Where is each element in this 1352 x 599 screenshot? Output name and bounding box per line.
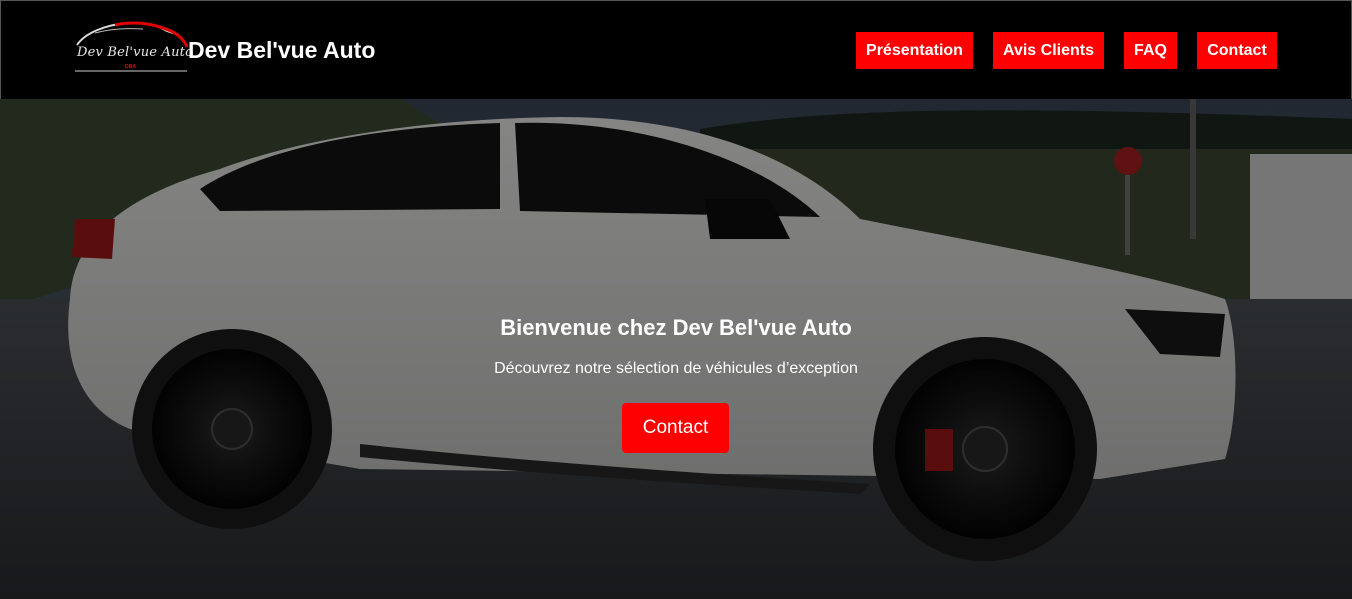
nav-presentation[interactable]: Présentation (856, 32, 973, 69)
logo-underline (75, 70, 187, 72)
hero-overlay (0, 99, 1352, 599)
hero-contact-button[interactable]: Contact (622, 403, 729, 453)
main-nav: Présentation Avis Clients FAQ Contact (1, 32, 1352, 69)
hero-subtitle: Découvrez notre sélection de véhicules d… (494, 360, 858, 377)
nav-faq[interactable]: FAQ (1124, 32, 1177, 69)
hero-title: Bienvenue chez Dev Bel'vue Auto (500, 315, 852, 340)
nav-contact[interactable]: Contact (1197, 32, 1277, 69)
site-header: Dev Bel'vue Auto DBA Dev Bel'vue Auto Pr… (0, 0, 1352, 99)
hero-section: Bienvenue chez Dev Bel'vue Auto Découvre… (0, 99, 1352, 599)
nav-avis-clients[interactable]: Avis Clients (993, 32, 1104, 69)
